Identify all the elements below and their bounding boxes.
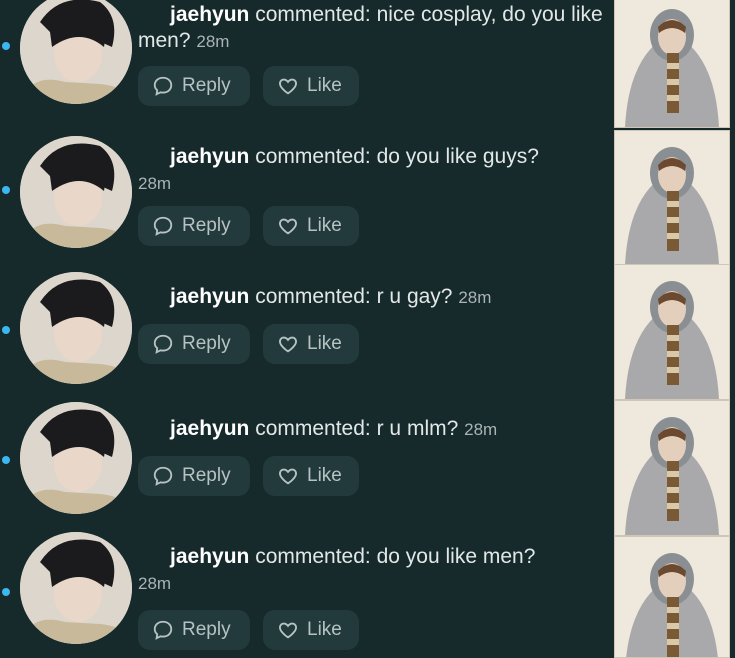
like-button[interactable]: Like: [263, 456, 359, 496]
comment-username[interactable]: jaehyun: [170, 285, 249, 308]
like-button[interactable]: Like: [263, 206, 359, 246]
speech-bubble-icon: [153, 334, 173, 354]
heart-outline-icon: [279, 336, 297, 353]
reply-label: Reply: [182, 465, 231, 486]
reply-label: Reply: [182, 333, 231, 354]
heart-outline-icon: [279, 78, 297, 95]
comment-item: jaehyun commented: r u mlm? 28m Reply Li…: [0, 398, 735, 536]
like-button[interactable]: Like: [263, 324, 359, 364]
comment-username[interactable]: jaehyun: [170, 3, 249, 26]
comment-text: jaehyun commented: do you like men? 28m: [138, 544, 608, 597]
post-thumbnail[interactable]: [614, 264, 730, 400]
post-thumbnail[interactable]: [614, 400, 730, 536]
avatar[interactable]: [20, 136, 132, 248]
unread-dot: [2, 42, 10, 50]
like-label: Like: [307, 333, 342, 354]
post-thumbnail[interactable]: [614, 0, 730, 128]
heart-outline-icon: [279, 468, 297, 485]
avatar[interactable]: [20, 402, 132, 514]
reply-button[interactable]: Reply: [138, 610, 250, 650]
reply-label: Reply: [182, 75, 231, 96]
heart-outline-icon: [279, 622, 297, 639]
comment-username[interactable]: jaehyun: [170, 417, 249, 440]
comment-time: 28m: [196, 32, 230, 51]
reply-label: Reply: [182, 215, 231, 236]
like-label: Like: [307, 619, 342, 640]
comment-text: jaehyun commented: r u gay? 28m: [138, 284, 608, 311]
reply-button[interactable]: Reply: [138, 66, 250, 106]
heart-outline-icon: [279, 218, 297, 235]
comment-verb: commented:: [255, 285, 371, 308]
comment-item: jaehyun commented: nice cosplay, do you …: [0, 0, 735, 130]
comment-body: r u mlm?: [376, 417, 459, 440]
like-label: Like: [307, 75, 342, 96]
avatar[interactable]: [20, 272, 132, 384]
comment-time: 28m: [464, 420, 498, 439]
comment-verb: commented:: [255, 145, 371, 168]
comment-time: 28m: [138, 174, 172, 193]
comment-verb: commented:: [255, 3, 371, 26]
comment-username[interactable]: jaehyun: [170, 145, 249, 168]
unread-dot: [2, 186, 10, 194]
comment-username[interactable]: jaehyun: [170, 545, 249, 568]
post-thumbnail[interactable]: [614, 130, 730, 266]
comment-text: jaehyun commented: r u mlm? 28m: [138, 416, 608, 443]
comment-text: jaehyun commented: do you like guys? 28m: [138, 144, 608, 197]
speech-bubble-icon: [153, 466, 173, 486]
reply-label: Reply: [182, 619, 231, 640]
comment-time: 28m: [138, 574, 172, 593]
reply-button[interactable]: Reply: [138, 324, 250, 364]
comment-verb: commented:: [255, 545, 371, 568]
speech-bubble-icon: [153, 216, 173, 236]
unread-dot: [2, 456, 10, 464]
reply-button[interactable]: Reply: [138, 456, 250, 496]
unread-dot: [2, 588, 10, 596]
comment-body: do you like men?: [376, 545, 536, 568]
comment-verb: commented:: [255, 417, 371, 440]
comment-body: do you like guys?: [376, 145, 539, 168]
speech-bubble-icon: [153, 76, 173, 96]
comment-item: jaehyun commented: do you like guys? 28m…: [0, 130, 735, 266]
like-button[interactable]: Like: [263, 66, 359, 106]
avatar[interactable]: [20, 0, 132, 104]
comment-time: 28m: [458, 288, 492, 307]
comment-item: jaehyun commented: do you like men? 28m …: [0, 528, 735, 658]
avatar[interactable]: [20, 532, 132, 644]
post-thumbnail[interactable]: [614, 536, 730, 658]
like-button[interactable]: Like: [263, 610, 359, 650]
like-label: Like: [307, 215, 342, 236]
reply-button[interactable]: Reply: [138, 206, 250, 246]
comment-text: jaehyun commented: nice cosplay, do you …: [138, 2, 608, 55]
comment-body: r u gay?: [376, 285, 453, 308]
unread-dot: [2, 326, 10, 334]
speech-bubble-icon: [153, 620, 173, 640]
like-label: Like: [307, 465, 342, 486]
comment-item: jaehyun commented: r u gay? 28m Reply Li…: [0, 262, 735, 400]
